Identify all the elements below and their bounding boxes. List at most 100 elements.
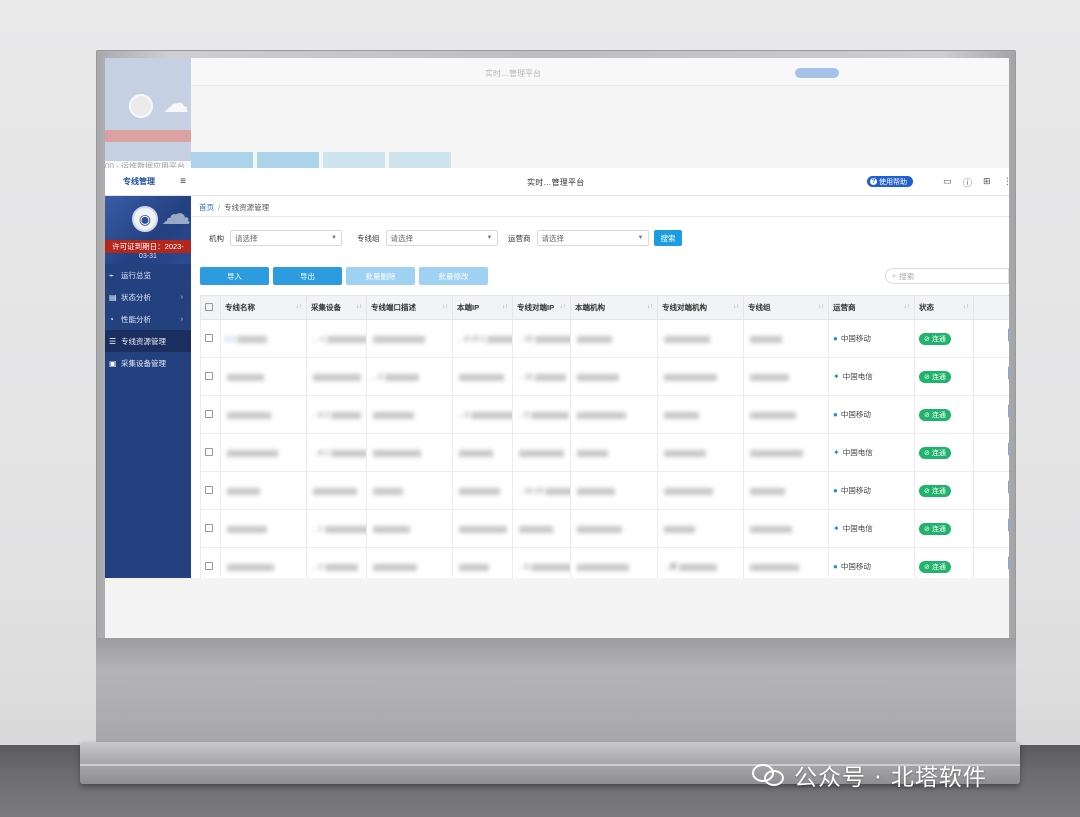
batch-edit-button[interactable]: 批量修改 — [419, 267, 488, 285]
redacted-text — [664, 525, 695, 533]
table-row[interactable]: …0 …10 ✦ 中国电信 ⊘ 连通 — [200, 357, 1009, 396]
cell-peer_ip — [512, 433, 571, 472]
cell-group — [743, 319, 829, 358]
org-select[interactable]: 请选择 ▼ — [230, 230, 342, 246]
row-checkbox[interactable] — [200, 357, 221, 396]
cell-name[interactable] — [220, 547, 307, 578]
row-action-handle[interactable] — [1008, 480, 1009, 494]
table-row[interactable]: …1 ✦ 中国电信 ⊘ 连通 — [200, 509, 1009, 548]
redacted-text — [664, 335, 710, 343]
redacted-text — [227, 449, 278, 457]
sidebar-item-status-analysis[interactable]: ▤ 状态分析 › — [105, 286, 191, 308]
row-action-handle[interactable] — [1008, 404, 1009, 418]
table-row[interactable]: …8.1 ✦ 中国电信 ⊘ 连通 — [200, 433, 1009, 472]
row-checkbox[interactable] — [200, 395, 221, 434]
redacted-text — [530, 563, 570, 571]
sidebar-item-line-resources[interactable]: ☰ 专线资源管理 — [105, 330, 191, 352]
carrier-label: 中国移动 — [840, 410, 871, 419]
column-header[interactable]: 运营商 ↓↑ — [828, 295, 915, 320]
row-checkbox[interactable] — [200, 433, 221, 472]
sidebar-item-performance[interactable]: ◔ 性能分析 › — [105, 308, 191, 330]
row-action-handle[interactable] — [1008, 328, 1009, 342]
row-action-handle[interactable] — [1008, 366, 1009, 380]
line-group-select[interactable]: 请选择 ▼ — [385, 230, 498, 246]
cell-local_ip — [452, 357, 513, 396]
status-label: 连通 — [931, 449, 946, 457]
sidebar-item-overview[interactable]: ⌁ 运行总览 — [105, 264, 191, 286]
column-header[interactable]: 专线端口描述 ↓↑ — [366, 295, 453, 320]
ghost-button — [257, 152, 319, 168]
redacted-text — [577, 449, 608, 457]
row-action-handle[interactable] — [1008, 556, 1009, 570]
search-placeholder: 搜索 — [899, 271, 915, 281]
column-header[interactable]: 状态 ↓↑ — [914, 295, 974, 320]
cell-text: …网 — [662, 562, 677, 571]
cell-local_ip — [452, 509, 513, 548]
column-label: 状态 — [919, 303, 934, 312]
menu-toggle-icon[interactable]: ≡ — [180, 176, 186, 187]
cell-local_org — [570, 471, 658, 510]
table-row[interactable]: …10.15 ● 中国移动 ⊘ 连通 — [200, 471, 1009, 510]
cell-name[interactable] — [220, 433, 307, 472]
help-label: 使用帮助 — [879, 178, 907, 186]
breadcrumb-home[interactable]: 首页 — [199, 203, 214, 212]
avatar[interactable]: ◉ — [132, 206, 158, 232]
sort-icon[interactable]: ↓↑ — [904, 304, 910, 310]
info-icon[interactable]: ⓘ — [963, 176, 972, 189]
message-icon[interactable]: ▭ — [943, 176, 952, 187]
table-search-input[interactable]: ⌕ 搜索 — [885, 268, 1009, 284]
cell-name[interactable] — [220, 395, 307, 434]
cell-text: …3 — [457, 410, 469, 419]
sidebar-item-collector-devices[interactable]: ▣ 采集设备管理 — [105, 352, 191, 374]
select-placeholder: 请选择 — [235, 233, 258, 243]
row-action-handle[interactable] — [1008, 442, 1009, 456]
table-row[interactable]: …6.2 …3 …0 ● 中国移动 ⊘ 连通 — [200, 395, 1009, 434]
import-button[interactable]: 导入 — [200, 267, 269, 285]
sort-icon[interactable]: ↓↑ — [442, 304, 448, 310]
column-header[interactable]: 采集设备 ↓↑ — [306, 295, 367, 320]
cell-carrier: ✦ 中国电信 — [828, 509, 915, 548]
redacted-text — [459, 563, 489, 571]
column-header[interactable]: 专线对端IP ↓↑ — [512, 295, 571, 320]
checkbox-icon — [205, 409, 213, 418]
carrier-select[interactable]: 请选择 ▼ — [536, 230, 649, 246]
cell-peer_org — [657, 433, 744, 472]
column-header[interactable]: 本端机构 ↓↑ — [570, 295, 658, 320]
row-checkbox[interactable] — [200, 319, 221, 358]
sort-icon[interactable]: ↓↑ — [560, 304, 566, 310]
table-row[interactable]: 1.1 …-1 …9.10.1 …10 ● 中国移动 ⊘ 连通 — [200, 319, 1009, 358]
column-header[interactable]: 专线名称 ↓↑ — [220, 295, 307, 320]
select-all-checkbox[interactable] — [200, 295, 221, 320]
column-header[interactable]: 本端IP ↓↑ — [452, 295, 513, 320]
sort-icon[interactable]: ↓↑ — [733, 304, 739, 310]
cell-name[interactable] — [220, 471, 307, 510]
more-icon[interactable]: ⋮ — [1003, 176, 1009, 187]
status-label: 连通 — [931, 525, 946, 533]
cell-name[interactable]: 1.1 — [220, 319, 307, 358]
cell-local_org — [570, 319, 658, 358]
row-action-handle[interactable] — [1008, 518, 1009, 532]
ghost-button — [191, 152, 253, 168]
column-header[interactable]: 专线组 ↓↑ — [743, 295, 829, 320]
sort-icon[interactable]: ↓↑ — [502, 304, 508, 310]
table-row[interactable]: …2 …6 …网 ● 中国移动 ⊘ 连通 — [200, 547, 1009, 578]
sort-icon[interactable]: ↓↑ — [356, 304, 362, 310]
cell-name[interactable] — [220, 357, 307, 396]
row-checkbox[interactable] — [200, 547, 221, 578]
row-checkbox[interactable] — [200, 509, 221, 548]
sort-icon[interactable]: ↓↑ — [647, 304, 653, 310]
fullscreen-icon[interactable]: ⊞ — [983, 176, 991, 187]
sort-icon[interactable]: ↓↑ — [818, 304, 824, 310]
cell-local_org — [570, 433, 658, 472]
export-button[interactable]: 导出 — [273, 267, 342, 285]
row-checkbox[interactable] — [200, 471, 221, 510]
search-button[interactable]: 搜索 — [654, 230, 682, 246]
batch-delete-button[interactable]: 批量删除 — [346, 267, 415, 285]
help-button[interactable]: ? 使用帮助 — [867, 176, 913, 187]
sort-icon[interactable]: ↓↑ — [963, 304, 969, 310]
column-label: 专线端口描述 — [371, 303, 416, 312]
column-header[interactable]: 专线对端机构 ↓↑ — [657, 295, 744, 320]
cell-device: …-1 — [306, 319, 367, 358]
cell-name[interactable] — [220, 509, 307, 548]
sort-icon[interactable]: ↓↑ — [296, 304, 302, 310]
